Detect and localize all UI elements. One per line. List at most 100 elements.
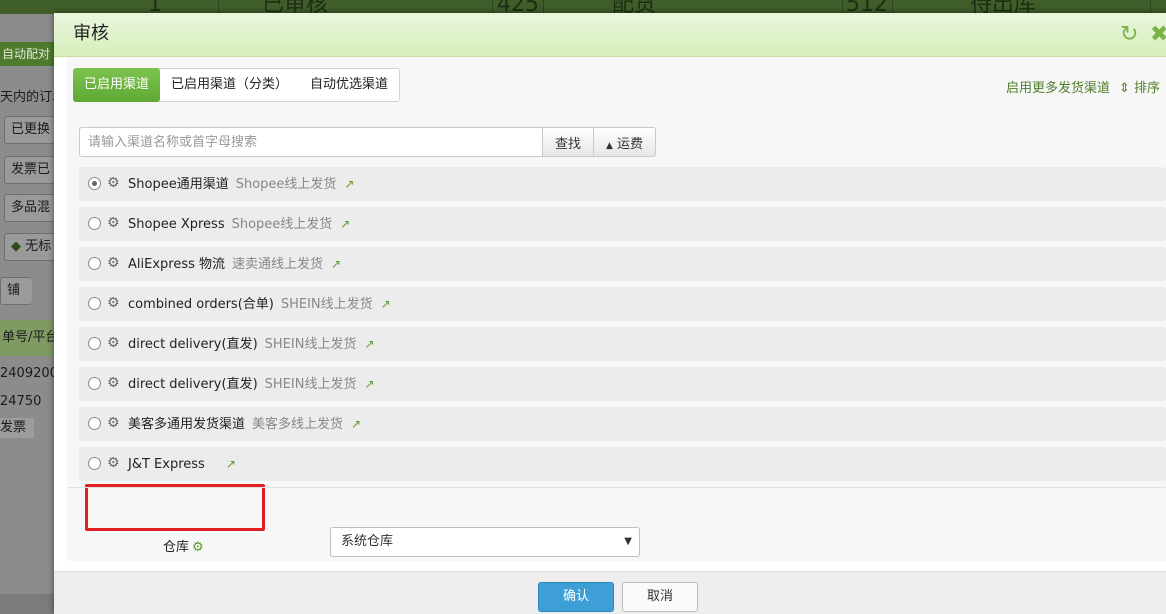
bg-shop-dropdown: 铺 (0, 277, 32, 305)
tab-enabled-channels[interactable]: 已启用渠道 (73, 68, 161, 102)
channel-name: direct delivery(直发) SHEIN线上发货 ↗ (128, 327, 375, 362)
channel-name: J&T Express ↗ (128, 447, 236, 482)
enable-more-channels-link[interactable]: 启用更多发货渠道 (1006, 77, 1110, 96)
sort-icon: ⇕ (1119, 81, 1130, 96)
tag-icon: ◆ (11, 239, 21, 254)
channel-row[interactable]: ⚙ AliExpress 物流 速卖通线上发货 ↗ (79, 247, 1166, 281)
channel-subtitle: 美客多线上发货 (252, 417, 344, 432)
audit-modal: 审核 ↻ ✖ 已启用渠道 已启用渠道（分类） 自动优选渠道 启用更多发货渠道 ⇕… (54, 13, 1166, 614)
warehouse-select-value: 系统仓库 (341, 534, 394, 549)
channel-tabs: 已启用渠道 已启用渠道（分类） 自动优选渠道 (73, 68, 401, 102)
channel-radio[interactable] (88, 257, 101, 270)
search-row: 查找 ▲ 运费 (79, 127, 656, 157)
channel-row[interactable]: ⚙ direct delivery(直发) SHEIN线上发货 ↗ (79, 367, 1166, 401)
channel-name: direct delivery(直发) SHEIN线上发货 ↗ (128, 367, 375, 402)
channel-row[interactable]: ⚙ Shopee Xpress Shopee线上发货 ↗ (79, 207, 1166, 241)
caret-up-icon: ▲ (605, 140, 613, 151)
bg-text: 天内的订单 (0, 90, 56, 105)
channel-label: Shopee通用渠道 (128, 177, 229, 192)
channel-subtitle: SHEIN线上发货 (264, 377, 357, 392)
gear-icon[interactable]: ⚙ (107, 375, 120, 391)
warehouse-label: 仓库 ⚙ (163, 536, 204, 555)
highlight-annotation-box (85, 484, 265, 531)
channel-name: Shopee Xpress Shopee线上发货 ↗ (128, 207, 350, 242)
gear-icon[interactable]: ⚙ (107, 215, 120, 231)
background-sidebar: 自动配对 天内的订单 已更换 发票已 多品混 ◆ 无标 铺 单号/平台 2409… (0, 14, 58, 594)
channel-row[interactable]: ⚙ combined orders(合单) SHEIN线上发货 ↗ (79, 287, 1166, 321)
channel-radio[interactable] (88, 377, 101, 390)
modal-footer: 确认 取消 (54, 571, 1166, 614)
channel-row[interactable]: ⚙ direct delivery(直发) SHEIN线上发货 ↗ (79, 327, 1166, 361)
background-topbar: 1 已审核 425 配货 512 待出库 (0, 0, 1166, 14)
bg-order-id: 24092001 (0, 366, 56, 381)
external-link-icon[interactable]: ↗ (226, 447, 236, 481)
channel-subtitle: Shopee线上发货 (235, 177, 337, 192)
gear-icon[interactable]: ⚙ (192, 540, 204, 555)
channel-label: AliExpress 物流 (128, 257, 226, 272)
gear-icon[interactable]: ⚙ (107, 175, 120, 191)
bg-topbar-cell: 已审核 (262, 0, 493, 14)
freight-sort-button[interactable]: ▲ 运费 (593, 127, 656, 157)
channel-radio[interactable] (88, 217, 101, 230)
refresh-icon[interactable]: ↻ (1120, 24, 1138, 46)
bg-table-header: 单号/平台 (0, 320, 58, 356)
channel-subtitle: SHEIN线上发货 (280, 297, 373, 312)
cancel-button[interactable]: 取消 (622, 582, 698, 612)
tab-auto-preferred-channels[interactable]: 自动优选渠道 (299, 69, 399, 101)
channel-label: Shopee Xpress (128, 217, 225, 232)
channel-subtitle: SHEIN线上发货 (264, 337, 357, 352)
warehouse-label-text: 仓库 (163, 540, 190, 555)
sort-link[interactable]: ⇕ 排序 (1119, 77, 1160, 96)
bg-invoice-tag: 发票 (0, 418, 34, 438)
channel-search-input[interactable] (79, 127, 543, 157)
freight-label: 运费 (617, 136, 644, 152)
close-icon[interactable]: ✖ (1150, 24, 1166, 46)
channel-name: Shopee通用渠道 Shopee线上发货 ↗ (128, 167, 354, 202)
channel-list: ⚙ Shopee通用渠道 Shopee线上发货 ↗ ⚙ Shopee Xpress S… (79, 167, 1166, 487)
bg-topbar-cell: 待出库 (970, 0, 1151, 14)
channel-radio[interactable] (88, 457, 101, 470)
bg-filter-button: 多品混 (4, 194, 56, 222)
tab-enabled-channels-category[interactable]: 已启用渠道（分类） (160, 69, 299, 101)
external-link-icon[interactable]: ↗ (381, 287, 391, 321)
bg-topbar-cell: 1 (148, 0, 219, 14)
channel-label: J&T Express (128, 457, 205, 472)
find-button[interactable]: 查找 (542, 127, 594, 157)
external-link-icon[interactable]: ↗ (351, 407, 361, 441)
channel-subtitle: 速卖通线上发货 (232, 257, 324, 272)
confirm-button[interactable]: 确认 (538, 582, 614, 612)
bg-tag-label: 无标 (25, 239, 52, 254)
gear-icon[interactable]: ⚙ (107, 335, 120, 351)
bg-topbar-cell: 配货 (612, 0, 843, 14)
bg-topbar-cell: 425 (497, 0, 544, 14)
external-link-icon[interactable]: ↗ (364, 367, 374, 401)
external-link-icon[interactable]: ↗ (340, 207, 350, 241)
gear-icon[interactable]: ⚙ (107, 415, 120, 431)
channel-label: direct delivery(直发) (128, 377, 258, 392)
channel-radio[interactable] (88, 417, 101, 430)
external-link-icon[interactable]: ↗ (344, 167, 354, 201)
channel-label: 美客多通用发货渠道 (128, 417, 246, 432)
channel-row[interactable]: ⚙ 美客多通用发货渠道 美客多线上发货 ↗ (79, 407, 1166, 441)
gear-icon[interactable]: ⚙ (107, 295, 120, 311)
warehouse-select[interactable]: 系统仓库 ▼ (330, 527, 640, 557)
channel-subtitle: Shopee线上发货 (231, 217, 333, 232)
bg-filter-button: 发票已 (4, 156, 56, 184)
bg-auto-pair-tab: 自动配对 (0, 42, 56, 66)
channel-name: 美客多通用发货渠道 美客多线上发货 ↗ (128, 407, 361, 442)
sort-label: 排序 (1134, 81, 1161, 96)
modal-title: 审核 (73, 23, 109, 44)
channel-row[interactable]: ⚙ J&T Express ↗ (79, 447, 1166, 481)
channel-label: combined orders(合单) (128, 297, 274, 312)
section-divider (67, 487, 1166, 488)
channel-radio[interactable] (88, 177, 101, 190)
channel-radio[interactable] (88, 337, 101, 350)
channel-radio[interactable] (88, 297, 101, 310)
channel-row[interactable]: ⚙ Shopee通用渠道 Shopee线上发货 ↗ (79, 167, 1166, 201)
external-link-icon[interactable]: ↗ (364, 327, 374, 361)
gear-icon[interactable]: ⚙ (107, 455, 120, 471)
gear-icon[interactable]: ⚙ (107, 255, 120, 271)
external-link-icon[interactable]: ↗ (331, 247, 341, 281)
bg-topbar-cell: 512 (846, 0, 893, 14)
channel-name: AliExpress 物流 速卖通线上发货 ↗ (128, 247, 341, 282)
